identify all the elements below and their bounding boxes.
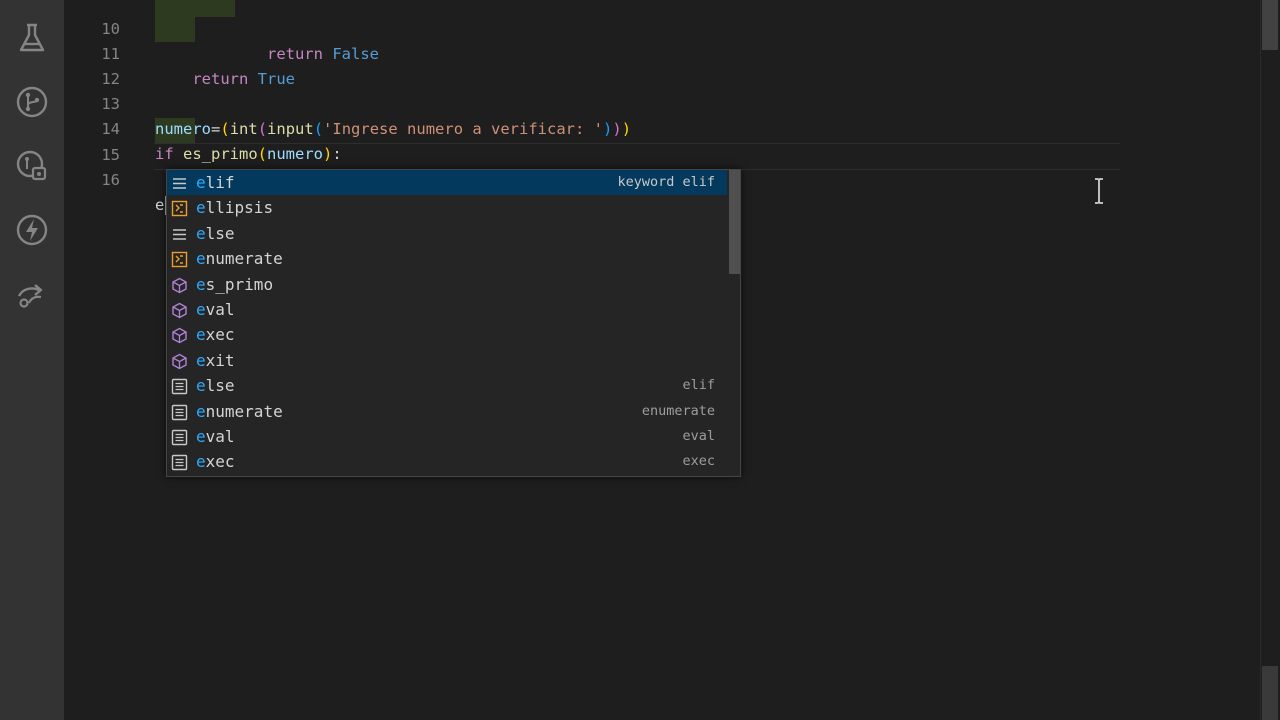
suggestions-scrollbar[interactable] [729, 170, 740, 274]
function-kind-icon [171, 352, 188, 370]
suggestion-item[interactable]: exec exec [167, 449, 727, 474]
code-line: 11 return True [64, 17, 1260, 88]
class-kind-icon [171, 199, 188, 217]
code-line: 12 [64, 42, 1260, 88]
suggestion-item[interactable]: exit [167, 348, 727, 373]
live-share-icon[interactable] [14, 276, 50, 312]
function-kind-icon [171, 276, 188, 293]
line-number: 16 [101, 171, 120, 189]
suggestion-detail: eval [682, 428, 715, 444]
snippet-kind-icon [171, 428, 188, 446]
function-kind-icon [171, 301, 188, 319]
autocomplete-suggestions[interactable]: elif keyword elif ellipsis else enumerate es_… [166, 169, 741, 477]
suggestion-item[interactable]: ellipsis [167, 195, 727, 220]
suggestion-item[interactable]: enumerate enumerate [167, 399, 727, 424]
suggestion-label: elif [196, 173, 235, 192]
suggestion-item[interactable]: else elif [167, 373, 727, 398]
suggestion-detail: keyword elif [617, 174, 715, 190]
function-kind-icon [171, 326, 188, 344]
suggestion-item[interactable]: else [167, 221, 727, 246]
suggestion-item[interactable]: eval [167, 297, 727, 322]
suggestion-item[interactable]: elif keyword elif [167, 170, 727, 195]
suggestion-label: enumerate [196, 249, 283, 269]
suggestion-label: exec [196, 325, 235, 345]
suggestion-label: exec [196, 452, 235, 472]
suggestion-label: eval [196, 300, 235, 319]
suggestion-item[interactable]: enumerate [167, 246, 727, 271]
suggestion-label: exit [196, 350, 235, 370]
snippet-kind-icon [171, 377, 188, 395]
scrollbar-overview [1262, 666, 1278, 720]
code-line: 14 if es_primo(numero): [64, 92, 1260, 163]
suggestion-label: else [196, 376, 235, 396]
suggestion-label: enumerate [196, 401, 283, 421]
scrollbar-thumb[interactable] [1262, 0, 1278, 50]
text-cursor-ibeam-icon [1095, 178, 1103, 204]
thunder-client-icon[interactable] [14, 212, 50, 248]
suggestion-label: ellipsis [196, 198, 274, 218]
snippet-kind-icon [171, 403, 188, 420]
suggestion-detail: elif [682, 377, 715, 394]
suggestion-item[interactable]: exec [167, 322, 727, 347]
code-line: 16 e [64, 143, 1260, 215]
activity-bar [0, 0, 64, 720]
suggestion-item[interactable]: es_primo [167, 272, 727, 297]
suggestion-label: eval [196, 427, 235, 446]
code-line: 13 numero=(int(input('Ingrese numero a v… [64, 67, 1260, 138]
keyword-kind-icon [171, 174, 188, 191]
code-line: 10 return False [64, 0, 1260, 63]
suggestion-detail: exec [682, 453, 715, 470]
snippet-kind-icon [171, 453, 188, 471]
git-graph-icon[interactable] [14, 84, 50, 120]
class-kind-icon [171, 250, 188, 268]
keyword-kind-icon [171, 225, 188, 242]
suggestion-label: else [196, 223, 235, 243]
suggestion-item[interactable]: eval eval [167, 424, 727, 449]
suggestion-label: es_primo [196, 274, 274, 294]
suggestion-detail: enumerate [641, 402, 715, 419]
editor-scrollbar[interactable] [1260, 0, 1280, 720]
testing-icon[interactable] [14, 20, 50, 56]
remote-explorer-icon[interactable] [14, 148, 50, 184]
code-line: 15 print(f'El numero {numero} es primo. … [64, 118, 1260, 189]
